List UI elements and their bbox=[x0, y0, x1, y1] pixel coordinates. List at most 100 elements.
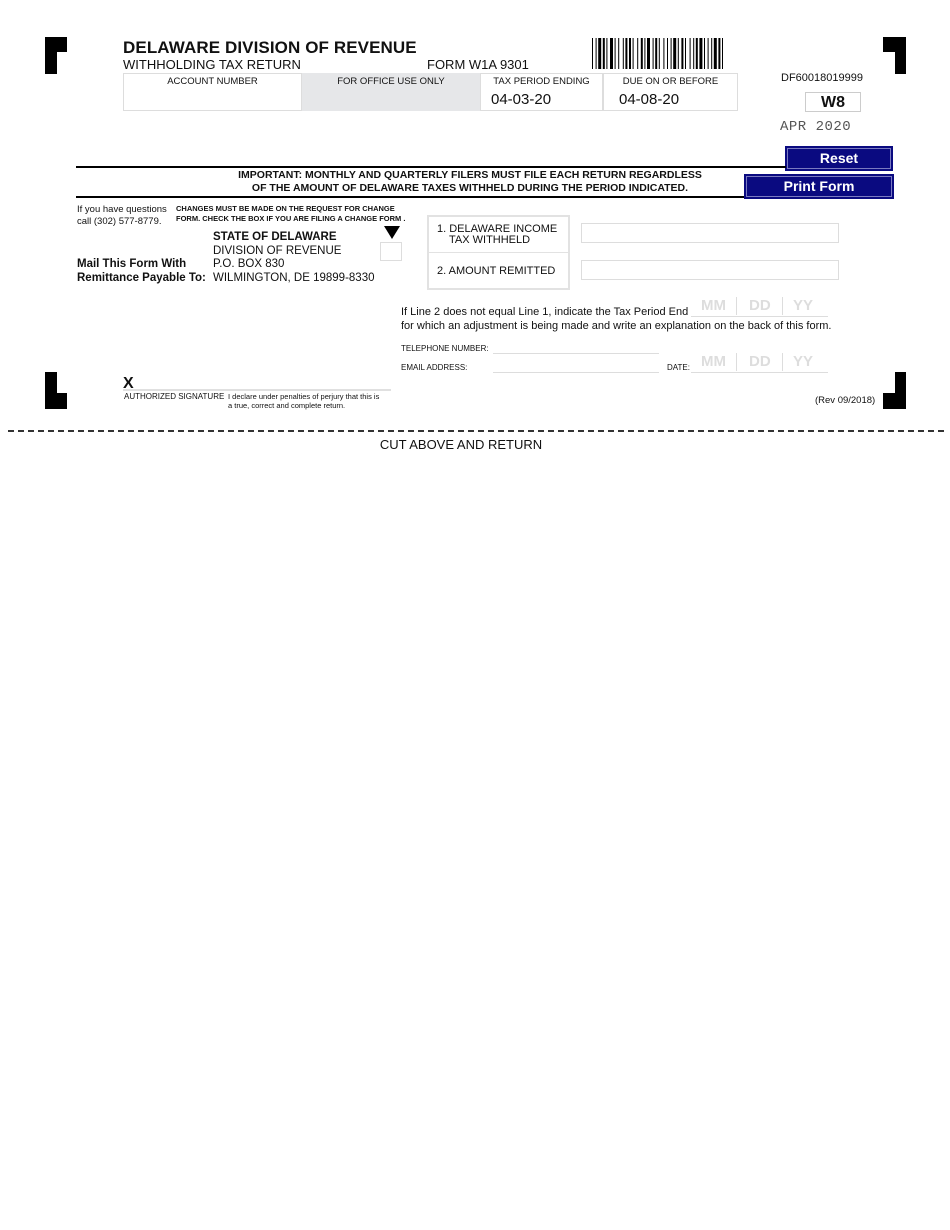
mail-label: Mail This Form With Remittance Payable T… bbox=[77, 258, 206, 285]
barcode-bar bbox=[632, 38, 634, 69]
telephone-input[interactable] bbox=[493, 353, 659, 354]
amount-remitted-input[interactable] bbox=[581, 260, 839, 280]
date-month-placeholder: MM bbox=[701, 353, 726, 370]
account-number-field[interactable]: ACCOUNT NUMBER bbox=[123, 73, 302, 111]
address-line-3: P.O. BOX 830 bbox=[213, 258, 285, 270]
adjustment-month-placeholder: MM bbox=[701, 297, 726, 314]
barcode-bar bbox=[718, 38, 721, 69]
registration-mark-top-left-stem bbox=[45, 37, 57, 74]
barcode-bar bbox=[689, 38, 691, 69]
adjustment-date-underline bbox=[691, 316, 828, 317]
barcode-bar bbox=[673, 38, 677, 69]
due-date-value: 04-08-20 bbox=[619, 91, 680, 108]
period-label: APR 2020 bbox=[780, 119, 852, 135]
telephone-label: TELEPHONE NUMBER: bbox=[401, 344, 489, 353]
email-input[interactable] bbox=[493, 372, 659, 373]
barcode-bar bbox=[625, 38, 628, 69]
signature-label: AUTHORIZED SIGNATURE bbox=[124, 392, 225, 401]
perjury-declaration: I declare under penalties of perjury tha… bbox=[228, 392, 379, 410]
date-underline bbox=[691, 372, 828, 373]
barcode-bar bbox=[614, 38, 616, 69]
signature-date-field[interactable]: MM DD YY bbox=[691, 353, 828, 373]
perjury-line1: I declare under penalties of perjury tha… bbox=[228, 392, 380, 401]
adjustment-date-field[interactable]: MM DD YY bbox=[691, 297, 828, 317]
barcode-bar bbox=[592, 38, 593, 69]
line-1-label: 1. DELAWARE INCOME TAX WITHHELD bbox=[437, 224, 557, 246]
date-year-placeholder: YY bbox=[793, 353, 814, 370]
barcode-bar bbox=[707, 38, 709, 69]
questions-text: If you have questions call (302) 577-877… bbox=[77, 204, 167, 227]
change-notice-line1: CHANGES MUST BE MADE ON THE REQUEST FOR … bbox=[176, 204, 395, 213]
form-code-badge: W8 bbox=[805, 92, 861, 112]
due-date-box: DUE ON OR BEFORE 04-08-20 bbox=[603, 73, 738, 111]
barcode-bar bbox=[711, 38, 713, 69]
notice-rule-top bbox=[76, 166, 786, 168]
barcode-bar bbox=[722, 38, 723, 69]
mailing-address: STATE OF DELAWARE DIVISION OF REVENUE P.… bbox=[213, 231, 375, 285]
barcode-bar bbox=[606, 38, 608, 69]
important-notice-line2: OF THE AMOUNT OF DELAWARE TAXES WITHHELD… bbox=[251, 181, 689, 194]
document-id: DF60018019999 bbox=[781, 72, 863, 84]
cut-instruction: CUT ABOVE AND RETURN bbox=[379, 437, 543, 452]
tax-period-ending-value: 04-03-20 bbox=[491, 91, 552, 108]
barcode-bar bbox=[713, 38, 717, 69]
cut-line bbox=[8, 430, 944, 432]
adjustment-date-separator bbox=[782, 297, 783, 315]
questions-line1: If you have questions bbox=[77, 204, 167, 215]
line-1-label-line2: TAX WITHHELD bbox=[449, 234, 531, 246]
change-form-checkbox[interactable] bbox=[380, 242, 402, 261]
adjustment-year-placeholder: YY bbox=[793, 297, 814, 314]
barcode-bar bbox=[699, 38, 703, 69]
barcode-bar bbox=[658, 38, 660, 69]
barcode-bar bbox=[644, 38, 646, 69]
office-use-label: FOR OFFICE USE ONLY bbox=[337, 76, 445, 87]
mail-label-line1: Mail This Form With bbox=[77, 258, 187, 270]
barcode-bar bbox=[637, 38, 639, 69]
barcode-bar bbox=[598, 38, 602, 69]
adjustment-line2: for which an adjustment is being made an… bbox=[401, 319, 832, 332]
adjustment-day-placeholder: DD bbox=[749, 297, 771, 314]
line-1-divider bbox=[428, 252, 569, 253]
registration-mark-bottom-right-foot bbox=[883, 393, 905, 409]
address-line-2: DIVISION OF REVENUE bbox=[213, 244, 342, 257]
notice-rule-bottom bbox=[76, 196, 744, 198]
barcode-bar bbox=[595, 38, 597, 69]
date-label: DATE: bbox=[667, 363, 690, 372]
mail-label-line2: Remittance Payable To: bbox=[77, 271, 206, 284]
barcode-bar bbox=[677, 38, 679, 69]
barcode-bar bbox=[695, 38, 698, 69]
barcode-bar bbox=[685, 38, 686, 69]
important-notice-line1: IMPORTANT: MONTHLY AND QUARTERLY FILERS … bbox=[238, 169, 702, 181]
barcode-bar bbox=[670, 38, 672, 69]
barcode-bar bbox=[655, 38, 658, 69]
date-separator bbox=[782, 353, 783, 371]
page-title: DELAWARE DIVISION OF REVENUE bbox=[123, 38, 417, 57]
office-use-box: FOR OFFICE USE ONLY bbox=[302, 73, 480, 111]
perjury-line2: a true, correct and complete return. bbox=[228, 401, 346, 410]
registration-mark-top-right-stem bbox=[895, 37, 906, 74]
barcode-bar bbox=[647, 38, 650, 69]
barcode-bar bbox=[667, 38, 668, 69]
barcode-bar bbox=[704, 38, 705, 69]
date-separator bbox=[736, 353, 737, 371]
address-line-1: STATE OF DELAWARE bbox=[213, 231, 337, 243]
address-line-4: WILMINGTON, DE 19899-8330 bbox=[213, 271, 375, 284]
reset-button[interactable]: Reset bbox=[785, 146, 893, 171]
line-2-label: 2. AMOUNT REMITTED bbox=[437, 265, 556, 277]
tax-period-ending-label: TAX PERIOD ENDING bbox=[493, 76, 590, 87]
date-day-placeholder: DD bbox=[749, 353, 771, 370]
barcode-bar bbox=[618, 38, 620, 69]
barcode-bar bbox=[629, 38, 631, 69]
barcode-bar bbox=[663, 38, 665, 69]
barcode-bar bbox=[640, 38, 643, 69]
barcode-bar bbox=[652, 38, 654, 69]
income-tax-withheld-input[interactable] bbox=[581, 223, 839, 243]
important-notice: IMPORTANT: MONTHLY AND QUARTERLY FILERS … bbox=[80, 169, 860, 194]
barcode-bar bbox=[610, 38, 613, 69]
registration-mark-bottom-left-foot bbox=[45, 393, 67, 409]
page-subtitle: WITHHOLDING TAX RETURN bbox=[123, 57, 301, 72]
signature-line[interactable] bbox=[123, 389, 391, 391]
adjustment-date-separator bbox=[736, 297, 737, 315]
barcode-bar bbox=[693, 38, 695, 69]
revision-label: (Rev 09/2018) bbox=[815, 395, 876, 406]
